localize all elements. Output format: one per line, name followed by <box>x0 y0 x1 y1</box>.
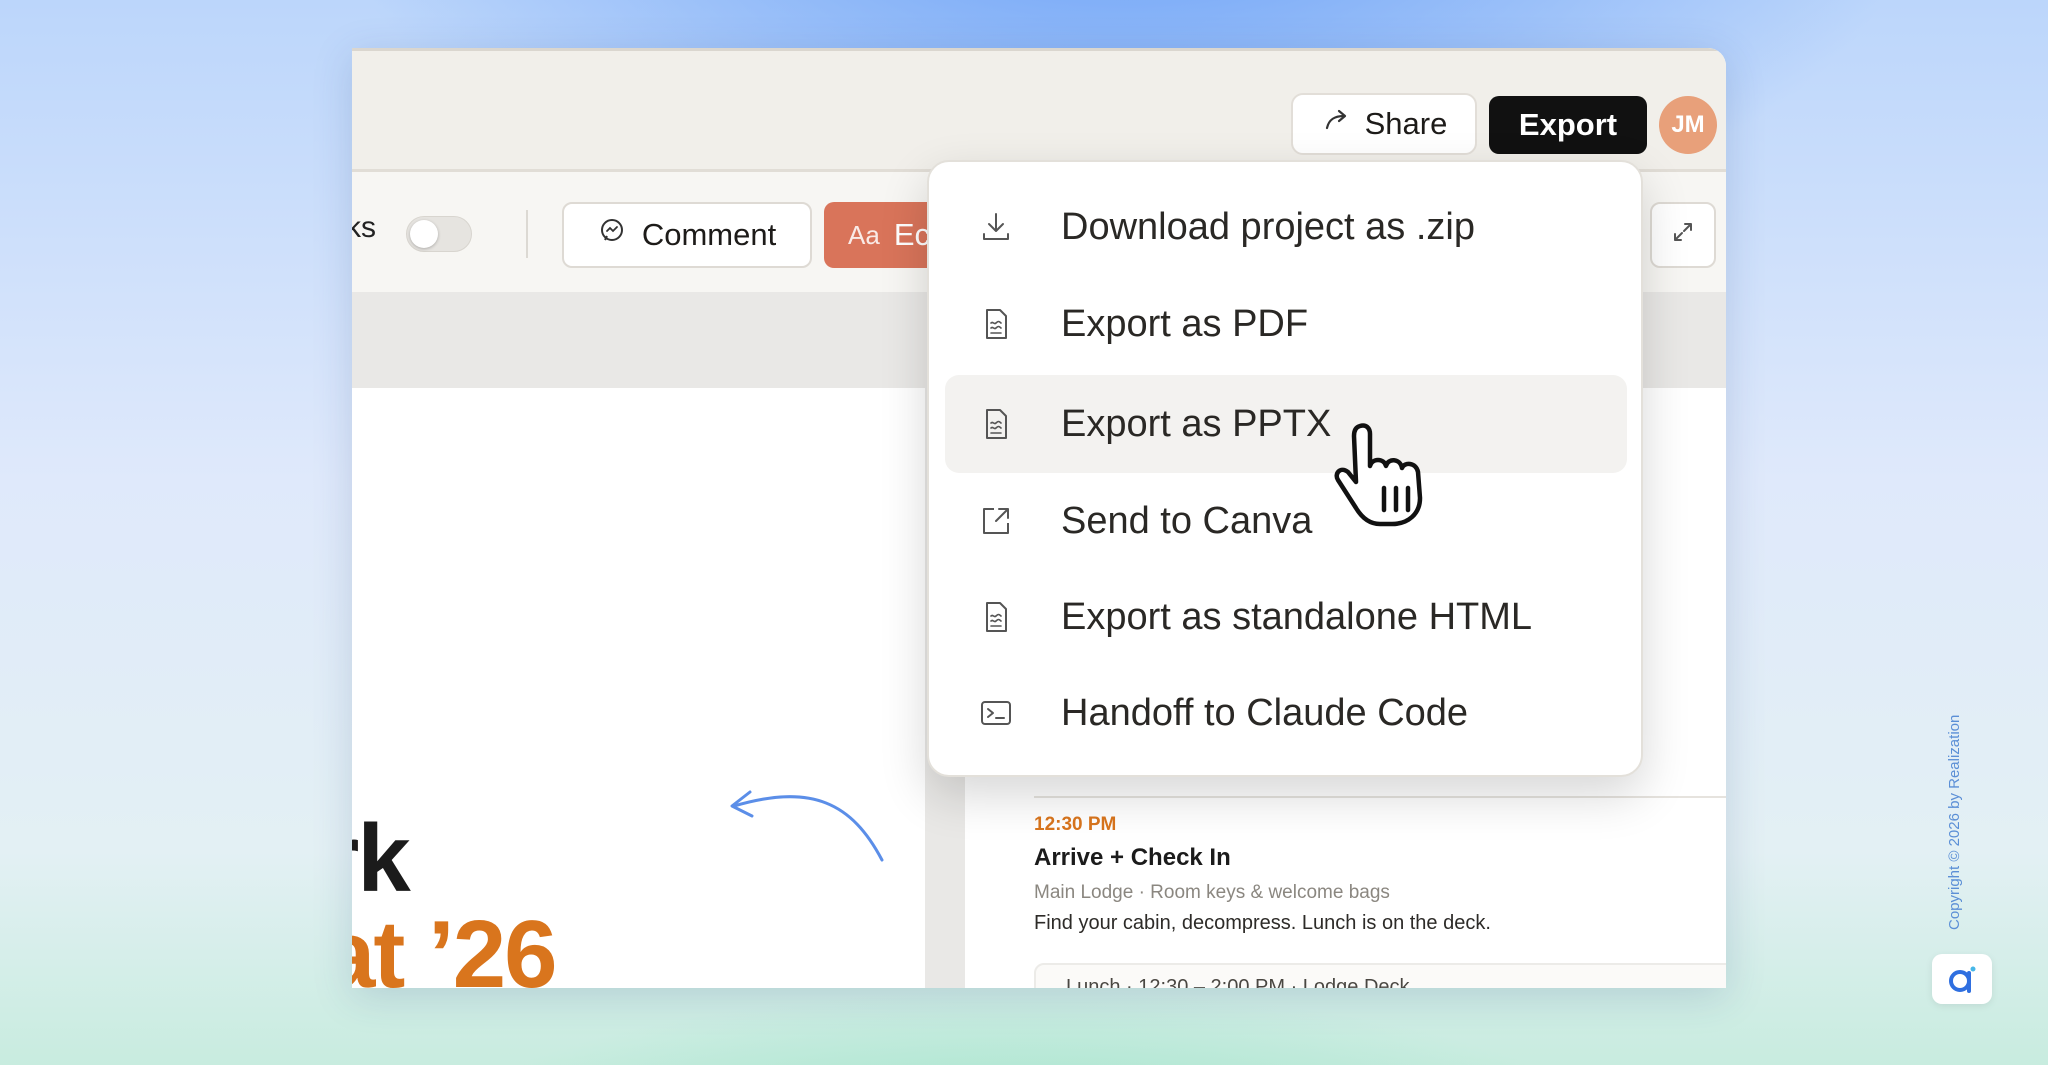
expand-button[interactable] <box>1650 202 1716 268</box>
schedule-event-title: Arrive + Check In <box>1034 844 1231 871</box>
menu-item-label: Export as PDF <box>1061 302 1309 345</box>
slide-title-line2: at ’26 <box>352 901 557 988</box>
schedule-divider <box>1034 796 1726 798</box>
export-label: Export <box>1518 107 1618 142</box>
slide-canvas[interactable] <box>352 388 925 988</box>
terminal-icon <box>981 701 1011 725</box>
top-bar: Share Export JM <box>352 48 1726 172</box>
edit-label: Ec <box>893 217 930 252</box>
menu-item-export-pdf[interactable]: Export as PDF <box>945 275 1627 373</box>
copyright-text: Copyright © 2026 by Realization <box>1946 714 1963 930</box>
comment-button[interactable]: Comment <box>562 202 812 268</box>
annotation-arrow <box>730 790 884 862</box>
font-icon: Aa <box>848 219 880 250</box>
expand-icon <box>1670 217 1696 253</box>
comment-icon <box>598 217 626 253</box>
document-icon <box>986 602 1007 632</box>
menu-item-export-pptx[interactable]: Export as PPTX <box>945 375 1627 473</box>
menu-item-handoff-claude-code[interactable]: Handoff to Claude Code <box>945 664 1627 762</box>
menu-item-label: Export as standalone HTML <box>1061 595 1533 638</box>
menu-item-label: Download project as .zip <box>1061 205 1475 248</box>
document-icon <box>986 309 1007 339</box>
comment-label: Comment <box>641 217 777 252</box>
schedule-description: Find your cabin, decompress. Lunch is on… <box>1034 912 1491 934</box>
toggle-switch[interactable] <box>406 216 472 252</box>
document-icon <box>986 409 1007 439</box>
menu-item-label: Export as PPTX <box>1061 402 1332 445</box>
share-icon <box>1321 105 1351 143</box>
edit-button[interactable]: Aa Ec <box>824 202 934 268</box>
menu-item-label: Send to Canva <box>1061 499 1313 542</box>
menu-item-download-zip[interactable]: Download project as .zip <box>945 178 1627 276</box>
share-label: Share <box>1364 106 1448 141</box>
schedule-time: 12:30 PM <box>1034 814 1117 835</box>
export-menu: Download project as .zip Export as PDF E… <box>927 160 1643 777</box>
toolbar-divider <box>526 210 528 258</box>
menu-item-label: Handoff to Claude Code <box>1061 691 1469 734</box>
brand-logo <box>1932 954 1992 1004</box>
export-button[interactable]: Export <box>1489 96 1647 154</box>
toggle-label: ks <box>352 211 376 244</box>
avatar[interactable]: JM <box>1659 96 1717 154</box>
schedule-location: Main Lodge · Room keys & welcome bags <box>1034 882 1390 903</box>
download-icon <box>983 213 1009 240</box>
brand-logo-icon <box>1949 966 1976 993</box>
hand-cursor-icon <box>1334 423 1423 527</box>
avatar-initials: JM <box>1671 111 1705 138</box>
menu-item-export-html[interactable]: Export as standalone HTML <box>945 568 1627 666</box>
toggle-knob <box>410 220 438 248</box>
slide-title-line1: rk <box>352 805 411 912</box>
schedule-subcard-text: Lunch · 12:30 – 2:00 PM · Lodge Deck <box>1066 976 1410 988</box>
menu-item-send-to-canva[interactable]: Send to Canva <box>945 472 1627 570</box>
share-button[interactable]: Share <box>1291 93 1477 155</box>
external-link-icon <box>983 508 1009 534</box>
